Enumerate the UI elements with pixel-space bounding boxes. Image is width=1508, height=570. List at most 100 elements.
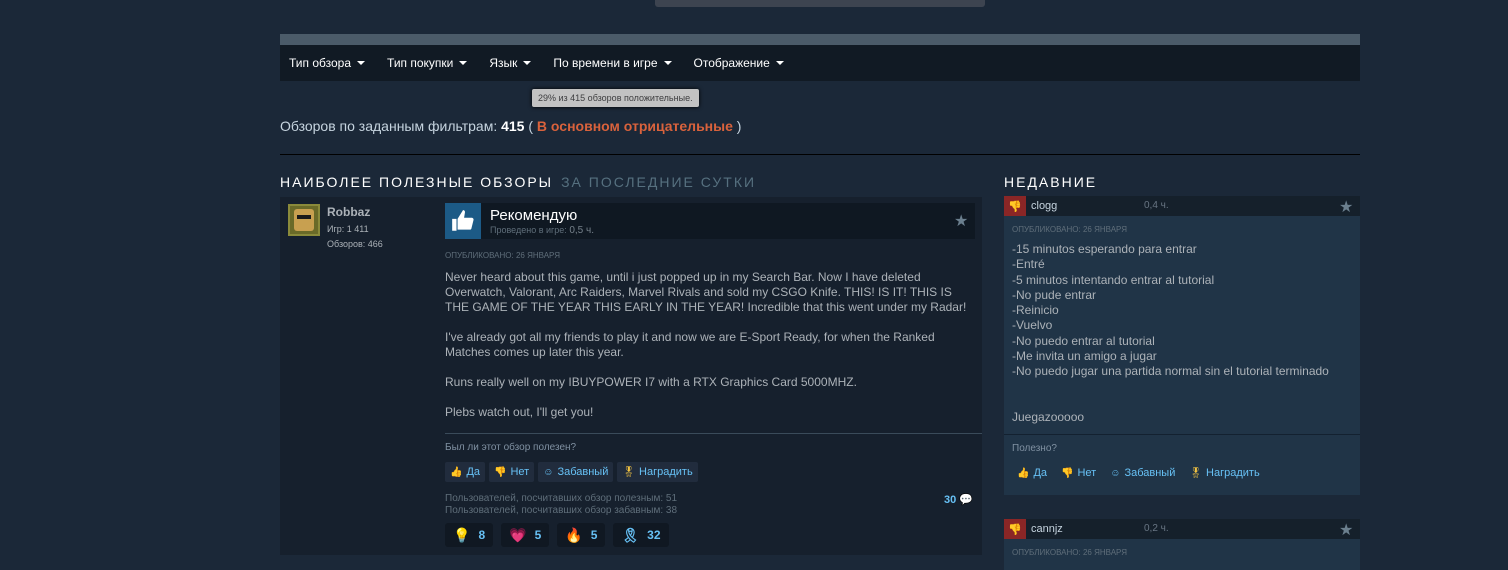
- recent-helpful-divider: [1004, 434, 1360, 435]
- thumbs-down-icon: 👎: [494, 466, 507, 478]
- recent-helpful-question: Полезно?: [1012, 443, 1057, 454]
- recent-review-text: -15 minutos esperando para entrar -Entré…: [1012, 242, 1329, 425]
- star-icon[interactable]: ★: [1339, 520, 1353, 540]
- recent-review-card: 👎 cannjz 0,2 ч. ★ ОПУБЛИКОВАНО: 26 ЯНВАР…: [1004, 519, 1360, 570]
- playtime: Проведено в игре: 0,5 ч.: [490, 225, 594, 236]
- award-fire[interactable]: 🔥 5: [557, 523, 606, 547]
- avatar[interactable]: [288, 204, 320, 236]
- funny-count: Пользователей, посчитавших обзор забавны…: [445, 505, 678, 516]
- review-text: Never heard about this game, until i jus…: [445, 270, 967, 419]
- thumbs-up-icon: 👍: [1017, 467, 1030, 479]
- filter-purchase-type-label: Тип покупки: [387, 56, 454, 70]
- award-lightbulb-count: 8: [478, 528, 486, 542]
- vote-no-label: Нет: [1077, 467, 1097, 479]
- award-button[interactable]: 🎖 Наградить: [1184, 463, 1264, 483]
- helpful-divider: [445, 433, 982, 434]
- vote-funny-button[interactable]: ☺ Забавный: [538, 462, 614, 482]
- section-divider: [280, 154, 1360, 155]
- thumbs-down-icon: 👎: [1061, 467, 1074, 479]
- author-games[interactable]: Игр: 1 411: [327, 224, 369, 234]
- fire-award-icon: 🔥: [565, 526, 583, 543]
- chevron-down-icon: [523, 61, 532, 65]
- heart-award-icon: 💗: [509, 526, 527, 543]
- chevron-down-icon: [459, 61, 468, 65]
- comments-count: 30: [944, 494, 957, 506]
- filter-display-label: Отображение: [693, 56, 770, 70]
- recent-review-posted: ОПУБЛИКОВАНО: 26 ЯНВАРЯ: [1012, 225, 1127, 234]
- summary-paren-close: ): [736, 118, 742, 134]
- award-heart-count: 5: [534, 528, 542, 542]
- recent-review-hours: 0,4 ч.: [1144, 200, 1169, 211]
- chevron-down-icon: [357, 61, 366, 65]
- filter-display[interactable]: Отображение: [694, 56, 784, 70]
- filter-language[interactable]: Язык: [489, 56, 532, 70]
- helpful-count: Пользователей, посчитавших обзор полезны…: [445, 493, 678, 504]
- recommendation-header[interactable]: Рекомендую Проведено в игре: 0,5 ч. ★: [445, 203, 975, 239]
- thumbs-down-icon: 👎: [1004, 196, 1026, 216]
- recent-review-header[interactable]: 👎 clogg 0,4 ч. ★: [1004, 196, 1360, 216]
- thumbs-down-icon: 👎: [1004, 519, 1026, 539]
- vote-funny-label: Забавный: [557, 466, 609, 478]
- award-medal-count: 32: [647, 528, 661, 542]
- award-lightbulb[interactable]: 💡 8: [445, 523, 494, 547]
- recent-review-hours: 0,2 ч.: [1144, 523, 1169, 534]
- award-button[interactable]: 🎖 Наградить: [617, 462, 698, 482]
- recent-vote-buttons: 👍 Да 👎 Нет ☺ Забавный 🎖 Наградить: [1012, 463, 1269, 483]
- recent-review-header[interactable]: 👎 cannjz 0,2 ч. ★: [1004, 519, 1360, 539]
- most-helpful-title: НАИБОЛЕЕ ПОЛЕЗНЫЕ ОБЗОРЫ: [280, 174, 554, 190]
- filter-playtime[interactable]: По времени в игре: [553, 56, 672, 70]
- summary-prefix: Обзоров по заданным фильтрам:: [280, 118, 498, 134]
- review-author[interactable]: Robbaz Игр: 1 411 Обзоров: 466: [288, 204, 383, 249]
- most-helpful-period[interactable]: ЗА ПОСЛЕДНИЕ СУТКИ: [561, 174, 756, 190]
- award-icon: 🎖: [622, 466, 636, 478]
- posted-date: ОПУБЛИКОВАНО: 26 ЯНВАРЯ: [445, 251, 560, 260]
- filter-review-type-label: Тип обзора: [289, 56, 352, 70]
- playtime-value: 0,5 ч.: [569, 225, 594, 236]
- recent-review-posted: ОПУБЛИКОВАНО: 26 ЯНВАРЯ: [1012, 548, 1127, 557]
- avatar-face-icon: [294, 209, 314, 231]
- top-banner-edge: [655, 0, 985, 7]
- lightbulb-award-icon: 💡: [453, 526, 471, 543]
- smiley-icon: ☺: [543, 466, 554, 478]
- medal-award-icon: 🎗: [621, 526, 640, 543]
- filter-playtime-label: По времени в игре: [553, 56, 658, 70]
- author-name[interactable]: Robbaz: [327, 205, 370, 219]
- review-summary: Обзоров по заданным фильтрам: 415 ( В ос…: [280, 118, 741, 134]
- award-fire-count: 5: [590, 528, 598, 542]
- chevron-down-icon: [663, 61, 672, 65]
- summary-rating[interactable]: В основном отрицательные: [537, 118, 733, 134]
- most-helpful-heading: НАИБОЛЕЕ ПОЛЕЗНЫЕ ОБЗОРЫ ЗА ПОСЛЕДНИЕ СУТ…: [280, 174, 756, 190]
- helpful-question: Был ли этот обзор полезен?: [445, 442, 577, 453]
- filter-purchase-type[interactable]: Тип покупки: [387, 56, 468, 70]
- author-reviews[interactable]: Обзоров: 466: [327, 239, 383, 249]
- comments-link[interactable]: 30 💬: [944, 493, 973, 506]
- chevron-down-icon: [775, 61, 784, 65]
- smiley-icon: ☺: [1110, 467, 1121, 479]
- recommendation-title: Рекомендую: [490, 207, 578, 224]
- vote-no-label: Нет: [510, 466, 530, 478]
- comment-icon: 💬: [959, 494, 974, 506]
- vote-yes-label: Да: [1033, 467, 1048, 479]
- vote-yes-button[interactable]: 👍 Да: [445, 462, 486, 482]
- award-label: Наградить: [1206, 467, 1260, 479]
- star-icon[interactable]: ★: [1339, 197, 1353, 217]
- review-card: Robbaz Игр: 1 411 Обзоров: 466 Рекоменду…: [280, 197, 982, 555]
- vote-no-button[interactable]: 👎 Нет: [489, 462, 535, 482]
- award-icon: 🎖: [1189, 467, 1203, 479]
- star-icon[interactable]: ★: [954, 211, 968, 231]
- award-medal[interactable]: 🎗 32: [613, 523, 669, 547]
- award-heart[interactable]: 💗 5: [501, 523, 550, 547]
- recent-review-user[interactable]: cannjz: [1031, 523, 1063, 535]
- vote-funny-button[interactable]: ☺ Забавный: [1105, 463, 1180, 483]
- vote-yes-button[interactable]: 👍 Да: [1012, 463, 1052, 483]
- filter-review-type[interactable]: Тип обзора: [289, 56, 366, 70]
- thumbs-up-icon: [445, 203, 481, 239]
- recent-heading: НЕДАВНИЕ: [1004, 174, 1098, 190]
- filter-strip-top: [280, 34, 1360, 45]
- recent-review-card: 👎 clogg 0,4 ч. ★ ОПУБЛИКОВАНО: 26 ЯНВАРЯ…: [1004, 196, 1360, 495]
- vote-no-button[interactable]: 👎 Нет: [1056, 463, 1101, 483]
- summary-paren-open: (: [528, 118, 534, 134]
- recent-review-user[interactable]: clogg: [1031, 200, 1057, 212]
- filter-language-label: Язык: [489, 56, 518, 70]
- summary-count: 415: [501, 118, 525, 134]
